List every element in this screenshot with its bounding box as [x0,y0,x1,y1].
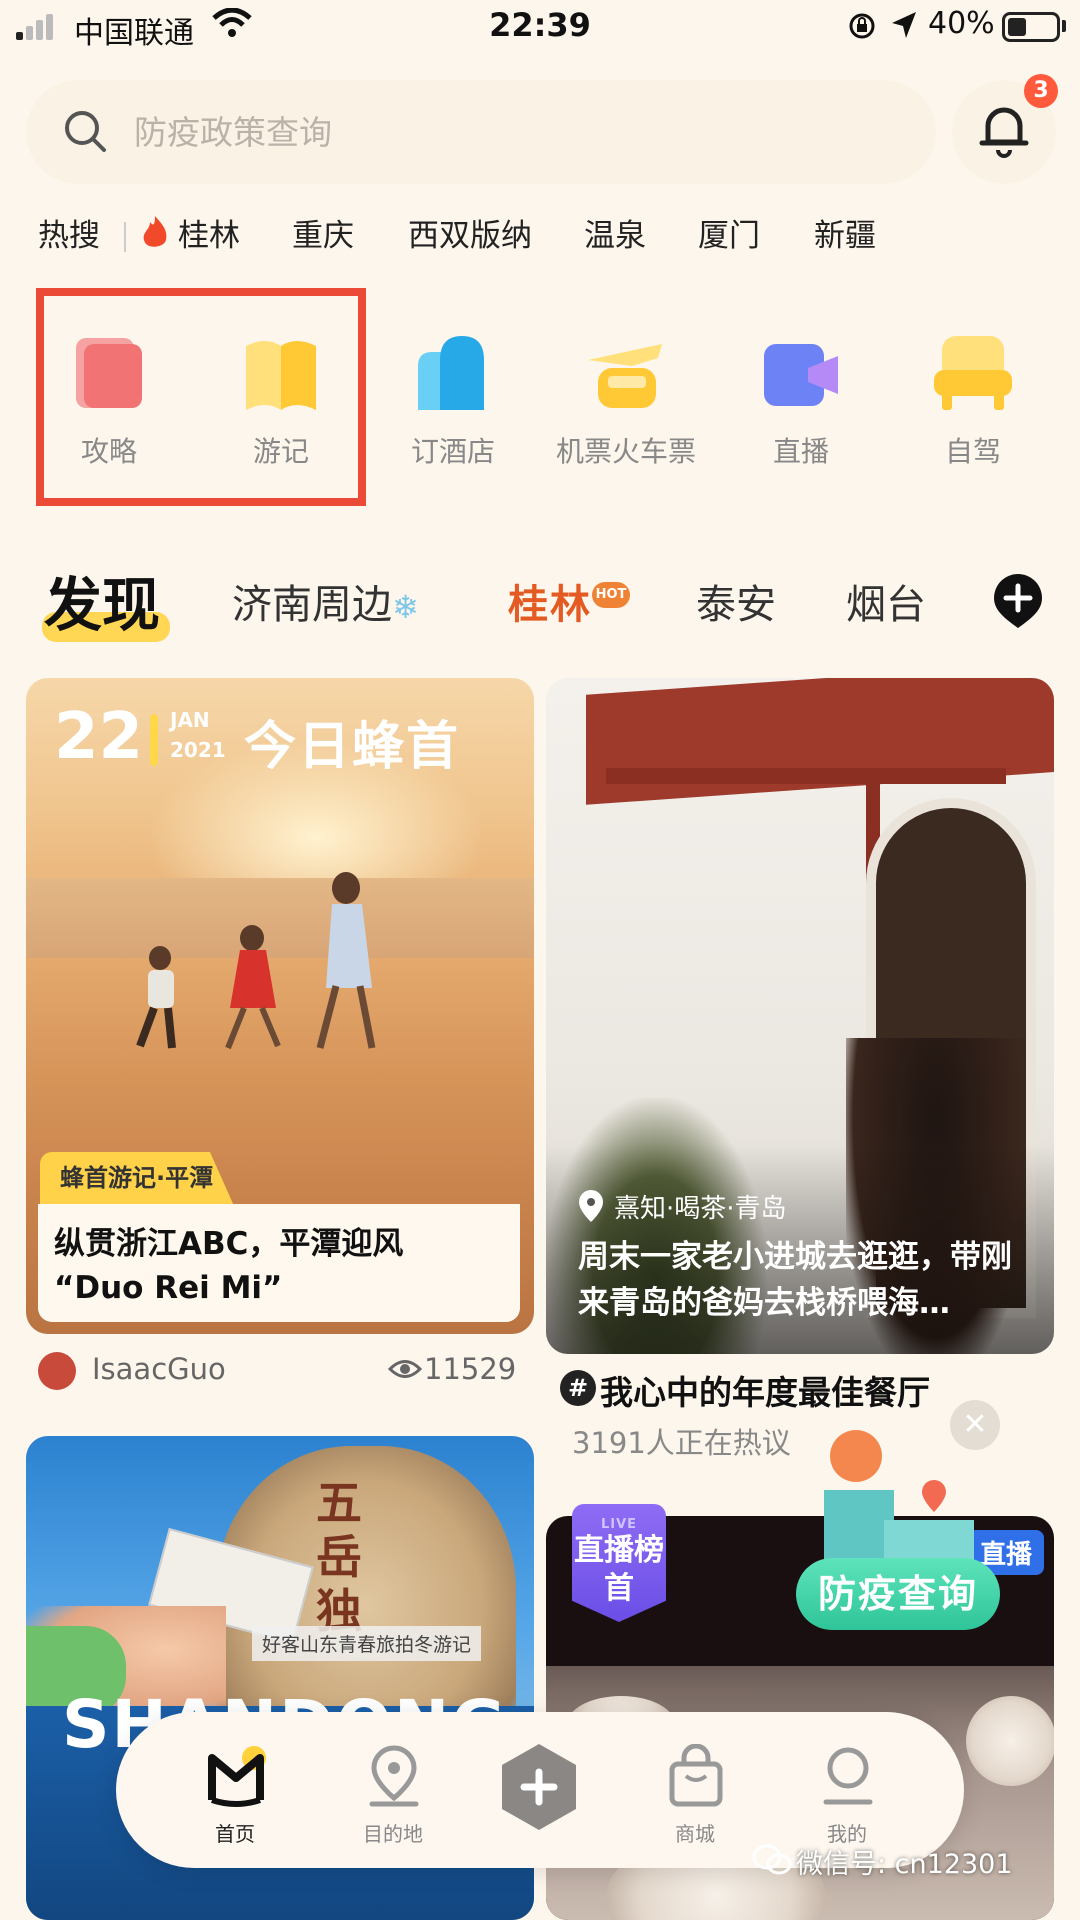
hotel-icon [418,336,484,410]
shortcut-label: 直播 [772,435,829,468]
epidemic-query-button[interactable]: 防疫查询 [796,1558,1000,1630]
hot-search-item[interactable]: 西双版纳 [408,210,532,255]
bell-icon[interactable] [976,100,1032,158]
author-avatar[interactable] [38,1352,76,1390]
user-icon [823,1747,873,1805]
home-icon [208,1746,266,1807]
live-rank-badge: LIVE 直播榜首 [572,1504,666,1622]
notification-badge: 3 [1024,74,1058,108]
search-icon [65,111,106,152]
rock-inscription: 五岳独 [316,1476,362,1638]
battery-percent: 40% [928,6,995,41]
snowflake-icon: ❄ [392,588,419,626]
car-seat-icon [934,336,1012,410]
note-location: 熹知·喝茶·青岛 [614,1194,787,1224]
hot-search-item[interactable]: 新疆 [814,210,876,255]
nav-label: 目的地 [363,1822,423,1846]
status-bar: 中国联通 22:39 40% [0,0,1080,56]
hot-search-label: 热搜 [38,218,100,254]
status-time: 22:39 [489,6,591,44]
shortcut-live[interactable]: 直播 [716,290,886,468]
card-title-panel[interactable]: 纵贯浙江ABC，平潭迎风 “Duo Rei Mi” [38,1204,520,1322]
tab-discover[interactable]: 发现 [44,558,160,642]
nav-home[interactable]: 首页 [180,1738,290,1858]
date-year: 2021 [170,738,226,762]
hot-search-item[interactable]: 厦门 [698,210,760,255]
date-day: 22 [54,700,144,774]
shortcut-label: 机票火车票 [555,435,696,468]
wechat-icon [752,1844,792,1875]
plus-icon[interactable] [498,1742,580,1832]
location-pin-icon [579,1190,603,1222]
search-placeholder[interactable]: 防疫政策查询 [134,106,332,154]
hot-search-item[interactable]: 桂林 [178,210,240,255]
shortcut-label: 自驾 [944,435,1001,468]
topic-discussion-count: 3191人正在热议 [572,1426,791,1460]
card-tag[interactable]: 蜂首游记·平潭 [40,1152,234,1204]
watermark-text: 微信号: cn12301 [796,1849,1013,1880]
view-count: 11529 [424,1352,517,1386]
divider [124,222,126,252]
nav-mall[interactable]: 商城 [640,1738,750,1858]
shortcut-label: 订酒店 [410,435,495,468]
nav-destination[interactable]: 目的地 [338,1738,448,1858]
topic-title[interactable]: 我心中的年度最佳餐厅 [600,1366,930,1414]
note-title: 周末一家老小进城去逛逛，带刚来青岛的爸妈去栈桥喂海… [578,1239,1012,1321]
plane-train-icon [588,344,662,408]
shortcut-hotel[interactable]: 订酒店 [368,290,538,468]
annotation-highlight-box [36,288,366,506]
battery-icon [1002,12,1060,42]
tab-taian[interactable]: 泰安 [696,572,776,630]
hot-search-item[interactable]: 温泉 [584,210,646,255]
location-arrow-icon [892,12,916,38]
close-icon[interactable]: ✕ [950,1400,1000,1450]
running-family-image [136,872,376,1050]
eye-icon [388,1360,422,1378]
hot-search-item[interactable]: 重庆 [292,210,354,255]
shortcut-tickets[interactable]: 机票火车票 [540,290,712,468]
card-banner-title: 今日蜂首 [244,717,461,777]
date-divider [150,714,158,766]
nav-profile[interactable]: 我的 [792,1738,902,1858]
location-pin-icon [369,1745,419,1807]
live-rank-label: 直播榜首 [574,1533,664,1606]
author-name[interactable]: IsaacGuo [92,1352,226,1386]
beam [606,768,1006,784]
tab-label: 济南周边 [232,582,392,628]
flame-icon [143,216,167,247]
card-title-line: “Duo Rei Mi” [54,1270,283,1306]
rotation-lock-icon [849,13,875,39]
add-tab-icon[interactable] [992,572,1044,630]
roof-image [586,678,1054,805]
shopping-bag-icon [669,1744,723,1807]
plate [966,1696,1054,1786]
battery-level [1008,18,1026,36]
nav-label: 商城 [675,1822,715,1846]
hot-badge: HOT [592,582,630,608]
nav-label: 首页 [215,1822,255,1846]
image-caption: 好客山东青春旅拍冬游记 [252,1626,482,1661]
tab-yantai[interactable]: 烟台 [846,572,926,630]
date-month: JAN [170,708,210,732]
hashtag-icon: # [560,1370,596,1406]
tab-guilin[interactable]: 桂林 [508,572,592,630]
shortcut-self-drive[interactable]: 自驾 [888,290,1058,468]
battery-tip [1062,20,1066,32]
live-icon [764,344,838,406]
tab-jinan[interactable]: 济南周边❄ [232,572,419,630]
card-title-line: 纵贯浙江ABC，平潭迎风 [54,1226,404,1262]
